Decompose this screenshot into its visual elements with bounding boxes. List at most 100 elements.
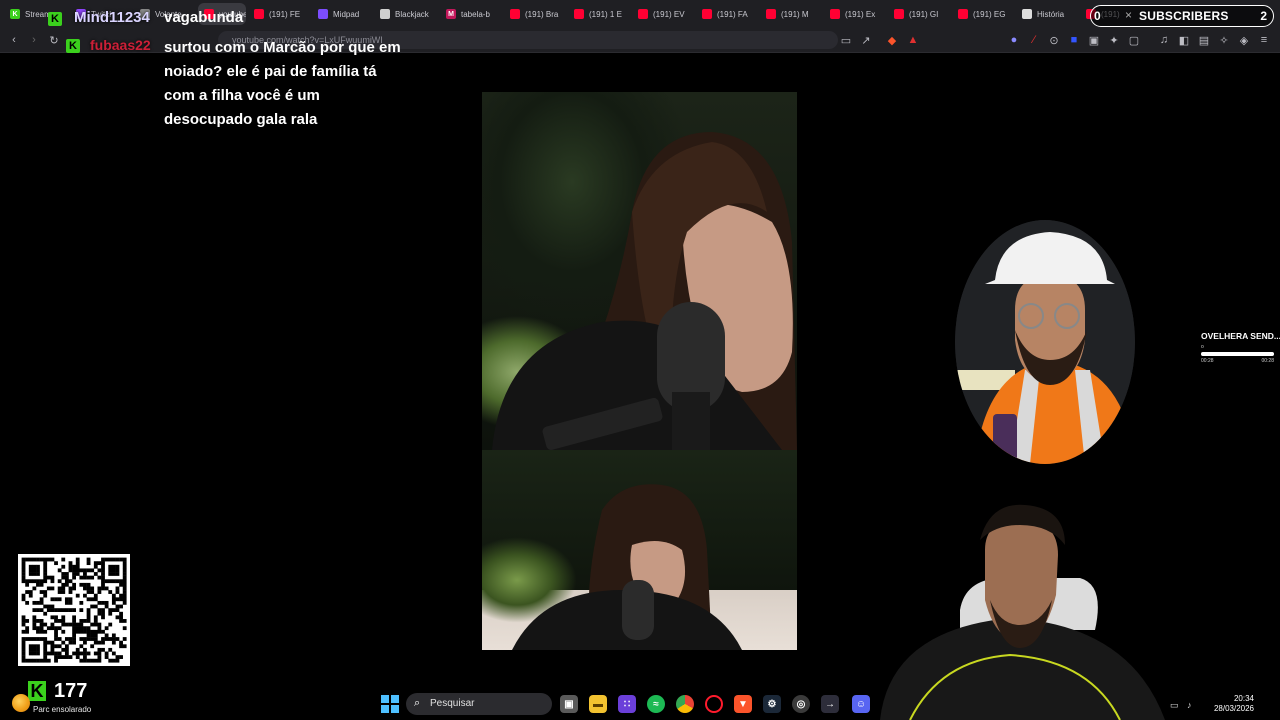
browser-tab[interactable]: (191) Ex xyxy=(824,3,886,25)
menu-icon[interactable]: ≡ xyxy=(1256,32,1272,48)
browser-tab[interactable]: Mtabela-b xyxy=(440,3,502,25)
extension-4-icon[interactable]: ■ xyxy=(1066,32,1082,48)
wallet-icon[interactable]: ▤ xyxy=(1196,32,1212,48)
browser-tab[interactable]: (191) FE xyxy=(248,3,310,25)
browser-tab-label: (191) Bra xyxy=(525,9,559,19)
tabela-icon: M xyxy=(446,9,456,19)
task-view-icon[interactable]: ▣ xyxy=(560,695,578,713)
youtube-icon xyxy=(830,9,840,19)
browser-tab-label: (191) FE xyxy=(269,9,301,19)
youtube-icon xyxy=(510,9,520,19)
install-app-icon[interactable]: ▭ xyxy=(838,32,854,48)
main-video[interactable] xyxy=(482,92,797,650)
sidebar-icon[interactable]: ◧ xyxy=(1176,32,1192,48)
subscribers-start-count: 0 xyxy=(1094,9,1101,23)
extension-3-icon[interactable]: ⊙ xyxy=(1046,32,1062,48)
browser-tab[interactable]: Blackjack xyxy=(374,3,438,25)
share-icon[interactable]: ↗ xyxy=(858,32,874,48)
steam-icon[interactable]: ⚙ xyxy=(763,695,781,713)
chat-username: Mind11234 xyxy=(74,9,150,26)
browser-tab[interactable]: (191) GI xyxy=(888,3,950,25)
youtube-icon xyxy=(638,9,648,19)
extension-1-icon[interactable]: ● xyxy=(1006,32,1022,48)
subscribers-goal-widget: 0 × SUBSCRIBERS 2 xyxy=(1090,5,1274,27)
facecam-hardhat xyxy=(955,220,1135,464)
video-frame-top xyxy=(482,92,797,450)
video-frame-bottom xyxy=(482,450,797,650)
apps-icon[interactable]: ∷ xyxy=(618,695,636,713)
app-arrow-icon[interactable]: → xyxy=(821,695,839,713)
kick-icon: K xyxy=(10,9,20,19)
obs-icon[interactable]: ◎ xyxy=(792,695,810,713)
browser-tab-label: (191) Ex xyxy=(845,9,876,19)
qr-code xyxy=(18,554,130,666)
youtube-icon xyxy=(894,9,904,19)
browser-tab[interactable]: História xyxy=(1016,3,1078,25)
history-icon xyxy=(1022,9,1032,19)
extension-2-icon[interactable]: ∕ xyxy=(1026,32,1042,48)
media-icon[interactable]: ♫ xyxy=(1156,32,1172,48)
person-top-illustration xyxy=(492,132,797,450)
spotify-icon[interactable]: ≈ xyxy=(647,695,665,713)
song-title: OVELHERA SEND... xyxy=(1201,331,1280,341)
back-icon[interactable]: ‹ xyxy=(6,32,22,48)
taskbar-search[interactable]: ⌕ Pesquisar xyxy=(406,693,552,715)
song-elapsed: 00:28 xyxy=(1201,358,1214,364)
forward-icon[interactable]: › xyxy=(26,32,42,48)
brave-icon[interactable]: ▼ xyxy=(734,695,752,713)
close-icon[interactable]: × xyxy=(1125,8,1132,22)
reload-icon[interactable]: ↻ xyxy=(46,32,62,48)
browser-tab-label: História xyxy=(1037,9,1065,19)
browser-tab[interactable]: (191) EG xyxy=(952,3,1014,25)
browser-tab-label: (191) FA xyxy=(717,9,748,19)
vpn-icon[interactable]: ◈ xyxy=(1236,32,1252,48)
file-explorer-icon[interactable]: ▬ xyxy=(589,695,607,713)
song-total: 00:28 xyxy=(1261,358,1274,364)
browser-tab-label: (191) EG xyxy=(973,9,1006,19)
extension-5-icon[interactable]: ▣ xyxy=(1086,32,1102,48)
browser-tab[interactable]: (191) EV xyxy=(632,3,694,25)
kick-badge-icon: K xyxy=(48,12,62,26)
chat-message: surtou com o Marcão por que em noiado? e… xyxy=(164,39,401,128)
clock-time: 20:34 xyxy=(1233,694,1254,703)
search-placeholder: Pesquisar xyxy=(430,698,475,709)
facecam-streamer xyxy=(880,500,1165,720)
browser-tab-label: Stream xyxy=(25,9,51,19)
qr-code-pattern xyxy=(21,557,127,663)
browser-tab-label: (191) GI xyxy=(909,9,939,19)
volume-icon[interactable]: ♪ xyxy=(1187,700,1192,710)
windows-taskbar: Parc ensolarado ⌕ Pesquisar ▣ ▬ ∷ ≈ ▼ ⚙ … xyxy=(0,690,1280,720)
midpad-icon xyxy=(318,9,328,19)
blackjack-icon xyxy=(380,9,390,19)
browser-tab-label: (191) 1 E xyxy=(589,9,622,19)
browser-tab[interactable]: (191) 1 E xyxy=(568,3,630,25)
youtube-icon xyxy=(766,9,776,19)
taskbar-clock[interactable]: 20:34 28/03/2026 xyxy=(1204,694,1254,714)
browser-tab-label: (191) M xyxy=(781,9,809,19)
weather-sun-icon[interactable] xyxy=(12,694,30,712)
leo-icon[interactable]: ✧ xyxy=(1216,32,1232,48)
browser-tab[interactable]: (191) Bra xyxy=(504,3,566,25)
browser-tab[interactable]: Midpad xyxy=(312,3,372,25)
youtube-icon xyxy=(702,9,712,19)
start-button[interactable] xyxy=(381,695,399,713)
facecam-streamer-illustration xyxy=(880,504,1165,720)
clock-date: 28/03/2026 xyxy=(1213,704,1254,713)
brave-shields-icon[interactable]: ◆ xyxy=(884,32,900,48)
chat-message: vagabunda xyxy=(164,9,244,26)
puzzle-icon[interactable]: ✦ xyxy=(1106,32,1122,48)
now-playing-widget: OVELHERA SEND... o 00:28 00:28 xyxy=(1201,331,1280,364)
chrome-icon[interactable] xyxy=(676,695,694,713)
search-icon: ⌕ xyxy=(414,697,421,709)
chat-username: fubaas22 xyxy=(90,37,151,53)
weather-text[interactable]: Parc ensolarado xyxy=(33,705,91,714)
browser-tab[interactable]: (191) M xyxy=(760,3,822,25)
opera-icon[interactable] xyxy=(705,695,723,713)
brave-rewards-icon[interactable]: ▲ xyxy=(905,32,921,48)
browser-tab[interactable]: (191) FA xyxy=(696,3,758,25)
person-bottom-illustration xyxy=(512,484,742,650)
screenshot-icon[interactable]: ▢ xyxy=(1126,32,1142,48)
discord-icon[interactable]: ☺ xyxy=(852,695,870,713)
browser-tab-label: tabela-b xyxy=(461,9,490,19)
network-icon[interactable]: ▭ xyxy=(1170,700,1179,711)
